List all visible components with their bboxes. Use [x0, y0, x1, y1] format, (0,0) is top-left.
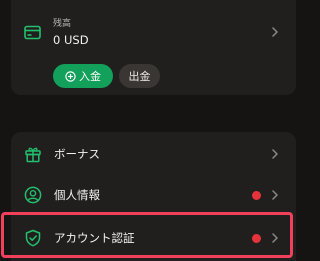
menu-item-account-verification[interactable]: アカウント認証	[11, 218, 296, 258]
chevron-right-icon	[271, 149, 279, 159]
deposit-button[interactable]: 入金	[53, 64, 113, 88]
wallet-icon	[24, 25, 41, 40]
balance-value: 0 USD	[53, 33, 89, 47]
balance-card[interactable]: 残高 0 USD 入金 出金	[11, 0, 296, 95]
notification-dot	[252, 234, 261, 243]
withdraw-label: 出金	[128, 70, 151, 83]
chevron-right-icon	[271, 233, 279, 243]
menu-item-label: ボーナス	[54, 147, 100, 161]
page: 残高 0 USD 入金 出金 ボーナス 個人情報 アカウント認証	[0, 0, 300, 261]
shield-check-icon	[25, 229, 41, 247]
withdraw-button[interactable]: 出金	[119, 64, 160, 88]
menu-card: ボーナス 個人情報 アカウント認証	[11, 132, 296, 261]
balance-label: 残高	[53, 19, 72, 29]
menu-item-label: 個人情報	[54, 188, 100, 202]
deposit-label: 入金	[79, 70, 101, 83]
notification-dot	[252, 191, 261, 200]
menu-item-label: アカウント認証	[54, 231, 135, 245]
menu-item-bonus[interactable]: ボーナス	[11, 134, 296, 174]
menu-item-personal-info[interactable]: 個人情報	[11, 175, 296, 215]
chevron-right-icon	[271, 190, 279, 200]
gift-icon	[25, 147, 41, 163]
plus-circle-icon	[65, 70, 76, 82]
user-circle-icon	[24, 186, 42, 204]
chevron-right-icon[interactable]	[271, 27, 279, 37]
